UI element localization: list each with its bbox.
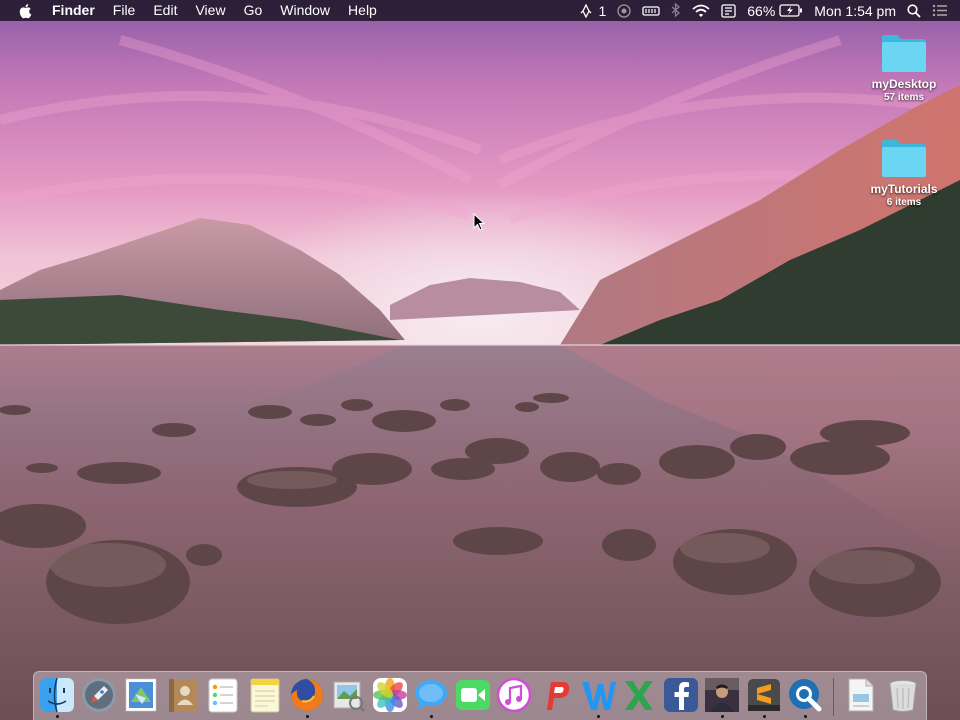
dock-mail[interactable] <box>122 676 160 714</box>
dock-notes[interactable] <box>246 676 284 714</box>
notification-center-icon <box>932 4 947 17</box>
running-indicator <box>804 715 807 718</box>
notes-icon <box>250 678 280 713</box>
dock-photo-thumbnail[interactable] <box>703 676 741 718</box>
record-icon <box>617 3 631 18</box>
clock[interactable]: Mon 1:54 pm <box>814 0 896 21</box>
dock-facetime[interactable] <box>454 676 492 714</box>
wps-writer-icon <box>582 682 616 710</box>
menu-finder[interactable]: Finder <box>46 0 104 21</box>
running-indicator <box>721 715 724 718</box>
desktop-icon-name: myTutorials <box>870 182 938 196</box>
dock-sublime-text[interactable] <box>745 676 783 718</box>
running-indicator <box>430 715 433 718</box>
notification-count: 1 <box>598 2 607 19</box>
desktop-icon-count: 57 items <box>883 92 925 103</box>
desktop-icon-count: 6 items <box>886 197 922 208</box>
dock-reminders[interactable] <box>204 676 242 714</box>
clock-text: Mon 1:54 pm <box>814 2 896 19</box>
wifi-status[interactable] <box>692 0 710 21</box>
running-indicator <box>56 715 59 718</box>
menu-file[interactable]: File <box>104 0 145 21</box>
battery-status[interactable]: 66% <box>747 0 803 21</box>
mouse-pointer-icon <box>473 213 485 231</box>
desktop-icon-name: myDesktop <box>871 77 937 91</box>
facetime-icon <box>456 680 490 710</box>
desktop-wallpaper <box>0 0 960 720</box>
spotlight-button[interactable] <box>907 0 921 21</box>
dock-trash[interactable] <box>884 676 922 714</box>
menu-help[interactable]: Help <box>339 0 386 21</box>
dock-preview[interactable] <box>329 676 367 714</box>
menu-view[interactable]: View <box>186 0 234 21</box>
memory-status[interactable] <box>642 0 660 21</box>
html-document-icon <box>848 678 874 712</box>
folder-icon <box>882 140 926 177</box>
itunes-icon <box>496 677 532 713</box>
trash-icon <box>889 680 917 712</box>
photo-thumbnail-icon <box>705 678 739 712</box>
battery-charging-icon <box>779 4 803 17</box>
folder-icon <box>882 35 926 72</box>
launchpad-icon <box>82 678 116 712</box>
contacts-icon <box>169 679 197 712</box>
running-indicator <box>763 715 766 718</box>
dock-contacts[interactable] <box>163 676 201 714</box>
spaceship-status[interactable]: 1 <box>579 0 606 21</box>
photos-icon <box>373 678 407 712</box>
messages-icon <box>415 680 447 710</box>
menu-go[interactable]: Go <box>235 0 272 21</box>
quicktime-icon <box>789 679 822 712</box>
dock-firefox[interactable] <box>288 676 326 718</box>
dock-facebook[interactable] <box>662 676 700 714</box>
record-status[interactable] <box>617 0 631 21</box>
bluetooth-status[interactable] <box>671 0 681 21</box>
mail-stamp-icon <box>125 678 157 712</box>
spotlight-icon <box>907 3 921 18</box>
dock-photos[interactable] <box>371 676 409 714</box>
finder-icon <box>40 677 74 713</box>
spaceship-icon <box>580 3 592 18</box>
dock-wps-spreadsheets[interactable] <box>620 676 658 714</box>
memory-icon <box>642 5 660 16</box>
dock-wps-presentation[interactable] <box>537 676 575 714</box>
input-source-status[interactable] <box>721 0 736 21</box>
wps-presentation-icon <box>547 682 570 710</box>
sublime-text-icon <box>748 679 780 711</box>
dock-launchpad[interactable] <box>80 676 118 714</box>
facebook-icon <box>664 678 698 712</box>
menu-bar: Finder File Edit View Go Window Help 1 6… <box>0 0 960 21</box>
bluetooth-icon <box>671 3 681 18</box>
dock-quicktime[interactable] <box>786 676 824 718</box>
dock-finder[interactable] <box>38 676 76 718</box>
menu-edit[interactable]: Edit <box>144 0 186 21</box>
wps-spreadsheets-icon <box>625 681 653 710</box>
apple-icon[interactable] <box>18 3 34 19</box>
menu-window[interactable]: Window <box>271 0 339 21</box>
dock-itunes[interactable] <box>495 676 533 714</box>
running-indicator <box>306 715 309 718</box>
reminders-icon <box>208 678 238 713</box>
firefox-icon <box>291 679 323 711</box>
battery-percent: 66% <box>747 2 776 19</box>
running-indicator <box>597 715 600 718</box>
preview-icon <box>333 681 365 712</box>
wifi-icon <box>692 4 710 17</box>
notification-center-button[interactable] <box>932 0 948 21</box>
desktop-folder-mydesktop[interactable]: myDesktop 57 items <box>859 32 949 103</box>
dock-html-document[interactable] <box>842 676 880 714</box>
dock-messages[interactable] <box>412 676 450 718</box>
input-source-icon <box>721 3 736 18</box>
dock-wps-writer[interactable] <box>579 676 617 718</box>
desktop-folder-mytutorials[interactable]: myTutorials 6 items <box>859 137 949 208</box>
dock-separator <box>833 678 834 716</box>
dock <box>33 671 927 720</box>
